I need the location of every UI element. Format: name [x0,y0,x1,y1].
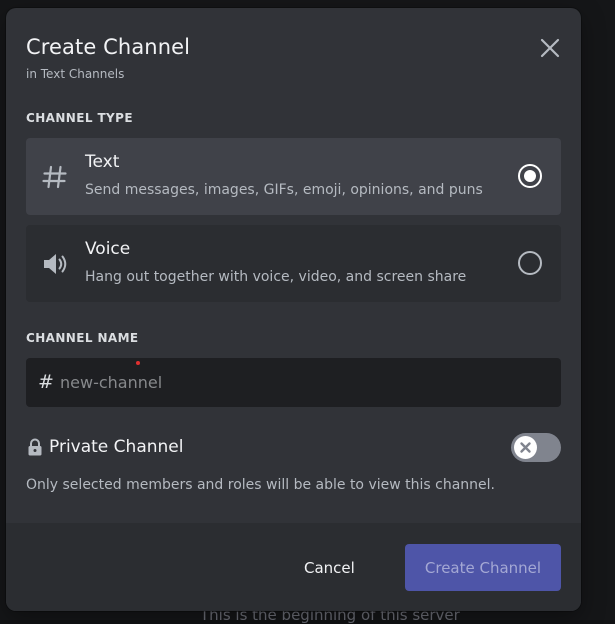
channel-name-label: CHANNEL NAME [26,331,139,345]
speaker-icon [44,254,67,274]
cancel-button[interactable]: Cancel [304,559,355,577]
voice-option-title: Voice [85,239,131,259]
text-option-description: Send messages, images, GIFs, emoji, opin… [85,182,483,198]
voice-option-description: Hang out together with voice, video, and… [85,269,467,285]
channel-name-field[interactable]: # [26,358,561,407]
close-button[interactable] [538,36,562,60]
hash-icon [42,165,67,189]
create-channel-button[interactable]: Create Channel [405,544,561,591]
channel-type-text-option[interactable]: Text Send messages, images, GIFs, emoji,… [26,138,561,215]
toggle-off-x-icon [520,442,531,453]
text-option-radio[interactable] [517,163,543,189]
toggle-knob [514,436,537,459]
modal-subtitle: in Text Channels [26,67,125,81]
lock-icon [28,438,42,456]
modal-title: Create Channel [26,35,191,59]
private-channel-description: Only selected members and roles will be … [26,477,495,493]
unread-indicator-dot [136,361,140,365]
channel-name-hash-prefix: # [38,371,54,393]
channel-name-input[interactable] [60,368,540,396]
voice-option-radio[interactable] [517,250,543,276]
channel-type-voice-option[interactable]: Voice Hang out together with voice, vide… [26,225,561,302]
create-channel-modal: Create Channel in Text Channels CHANNEL … [6,8,581,611]
text-option-title: Text [85,152,120,172]
private-channel-toggle[interactable] [511,433,561,462]
private-channel-title: Private Channel [49,437,184,457]
modal-footer: Cancel Create Channel [6,523,581,611]
channel-type-label: CHANNEL TYPE [26,111,133,125]
close-icon [540,38,560,58]
